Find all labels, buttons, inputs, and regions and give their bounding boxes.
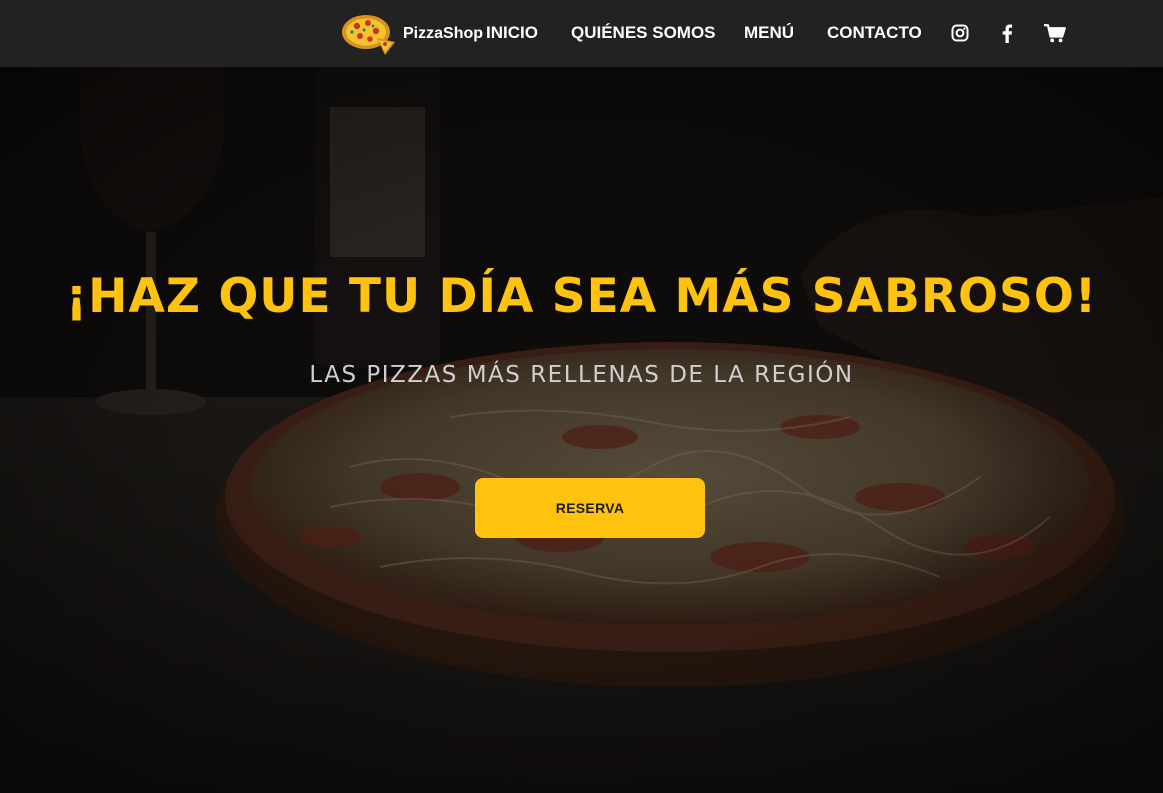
nav-link-menu[interactable]: MENÚ: [744, 22, 794, 44]
hero-section: ¡HAZ QUE TU DÍA SEA MÁS SABROSO! LAS PIZ…: [0, 67, 1163, 793]
navbar: PizzaShop INICIO QUIÉNES SOMOS MENÚ CONT…: [0, 0, 1163, 67]
hero-background-image: [0, 67, 1163, 793]
nav-link-quienes-somos[interactable]: QUIÉNES SOMOS: [571, 22, 716, 44]
nav-link-inicio[interactable]: INICIO: [486, 22, 538, 44]
facebook-link[interactable]: [996, 22, 1018, 44]
brand-link[interactable]: PizzaShop: [341, 12, 483, 56]
nav-link-contacto[interactable]: CONTACTO: [827, 22, 922, 44]
page: PizzaShop INICIO QUIÉNES SOMOS MENÚ CONT…: [0, 0, 1163, 793]
brand-name: PizzaShop: [403, 25, 484, 42]
cart-link[interactable]: [1044, 22, 1066, 44]
hero-subtitle: LAS PIZZAS MÁS RELLENAS DE LA REGIÓN: [309, 362, 854, 388]
instagram-link[interactable]: [949, 22, 971, 44]
facebook-icon: [1002, 24, 1013, 43]
instagram-icon: [951, 24, 969, 42]
cart-icon: [1044, 23, 1066, 42]
pizza-logo-icon: [342, 15, 395, 55]
reserve-button[interactable]: RESERVA: [475, 478, 705, 538]
hero-title: ¡HAZ QUE TU DÍA SEA MÁS SABROSO!: [65, 269, 1098, 324]
